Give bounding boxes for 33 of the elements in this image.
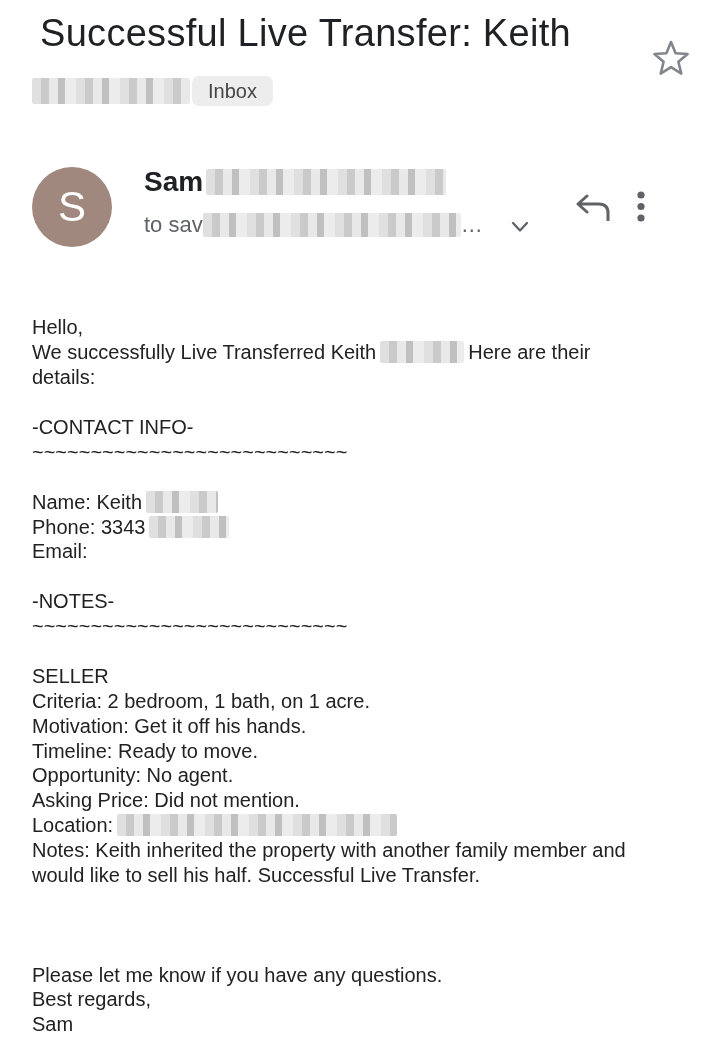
message-text: Criteria: 2 bedroom, 1 bath, on 1 acre. [32, 688, 370, 713]
recipient-text: … [460, 211, 483, 239]
message-text: would like to sell his half. Successful Live Transfer. [32, 863, 480, 888]
message-text: -CONTACT INFO- [32, 415, 194, 439]
message-text: Sam [32, 1012, 74, 1037]
recipient-text: to sav [144, 211, 203, 239]
reply-icon[interactable] [575, 193, 611, 221]
message-text: Asking Price: Did not mention. [32, 788, 300, 813]
message-text: Email: [32, 539, 88, 564]
message-text: ~~~~~~~~~~~~~~~~~~~~~~~~~~~ [32, 439, 348, 464]
message-text: Name: Keith [32, 489, 143, 514]
star-icon[interactable] [652, 40, 690, 76]
message-text: Phone: 3343 [32, 514, 146, 539]
message-text: Best regards, [32, 987, 151, 1012]
message-text: Motivation: Get it off his hands. [32, 713, 307, 738]
message-text: Notes: Keith inherited the property with another family member and [32, 838, 626, 863]
message-text: Opportunity: No agent. [32, 763, 234, 788]
sender-avatar: S [32, 167, 112, 247]
message-text: We successfully Live Transferred Keith [32, 340, 377, 365]
message-text: Location: [32, 813, 114, 838]
chevron-icon[interactable] [511, 221, 529, 233]
message-text: -NOTES- [32, 589, 115, 614]
message-text: Here are their [468, 340, 591, 365]
message-text: Please let me know if you have any questions. [32, 962, 443, 987]
more-options-icon[interactable] [635, 191, 647, 222]
email-subject: Successful Live Transfer: Keith [40, 11, 572, 56]
message-text: SELLER [32, 663, 109, 688]
message-text: Timeline: Ready to move. [32, 738, 258, 763]
message-text: ~~~~~~~~~~~~~~~~~~~~~~~~~~~ [32, 614, 348, 639]
sender-name: Sam [144, 167, 204, 197]
folder-label: Inbox [192, 76, 273, 106]
message-text: Hello, [32, 315, 84, 340]
message-text: details: [32, 365, 96, 390]
